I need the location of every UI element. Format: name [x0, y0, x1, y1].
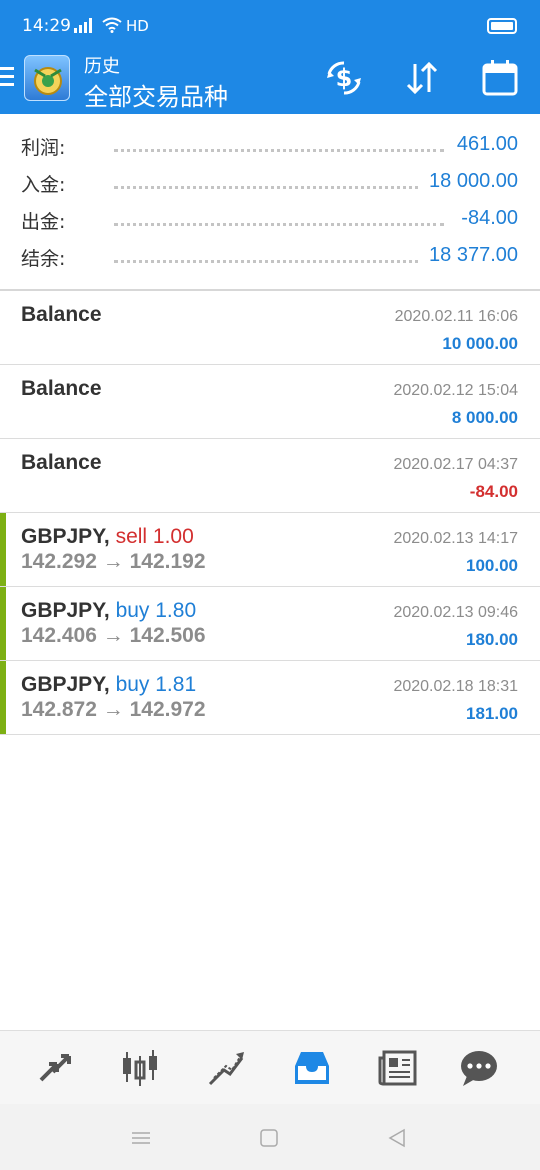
trade-profit: 181.00 — [466, 704, 518, 723]
bottom-tab-bar — [0, 1030, 540, 1104]
trade-row[interactable]: GBPJPY, buy 1.81 142.872 → 142.972 2020.… — [0, 661, 540, 735]
trade-operation: sell 1.00 — [115, 525, 194, 548]
history-summary: 利润: 461.00 入金: 18 000.00 出金: -84.00 结余: … — [0, 114, 540, 291]
system-nav-bar — [0, 1104, 540, 1170]
chart-candles-icon[interactable] — [120, 1048, 160, 1088]
dotted-leader — [114, 149, 444, 152]
network-label: HD — [126, 17, 149, 35]
dotted-leader — [114, 186, 444, 189]
page-title: 历史 — [84, 56, 120, 77]
summary-row-deposit: 入金: 18 000.00 — [0, 164, 540, 201]
deal-time: 2020.02.13 09:46 — [393, 604, 518, 621]
trade-symbol: GBPJPY, sell 1.00 — [21, 525, 194, 548]
arrow-right-icon: → — [102, 624, 124, 647]
deal-time: 2020.02.11 16:06 — [394, 308, 518, 325]
deal-name: Balance — [21, 451, 102, 474]
summary-row-profit: 利润: 461.00 — [0, 127, 540, 164]
summary-label: 利润: — [21, 137, 66, 159]
balance-row[interactable]: Balance 2020.02.17 04:37 -84.00 — [0, 439, 540, 513]
quotes-icon[interactable] — [35, 1048, 75, 1088]
balance-row[interactable]: Balance 2020.02.12 15:04 8 000.00 — [0, 365, 540, 439]
trade-profit: 180.00 — [466, 630, 518, 649]
recents-icon[interactable] — [130, 1127, 152, 1149]
status-bar: 14:29 HD — [0, 0, 540, 52]
trade-icon[interactable] — [206, 1048, 246, 1088]
dotted-leader — [114, 223, 444, 226]
deal-time: 2020.02.17 04:37 — [393, 456, 518, 473]
deal-name: Balance — [21, 377, 102, 400]
balance-row[interactable]: Balance 2020.02.11 16:06 10 000.00 — [0, 291, 540, 365]
back-icon[interactable] — [386, 1127, 408, 1149]
svg-text:$: $ — [336, 64, 353, 92]
currency-icon[interactable]: $ — [324, 58, 364, 98]
home-icon[interactable] — [258, 1127, 280, 1149]
app-logo[interactable] — [24, 55, 70, 101]
arrow-right-icon: → — [102, 698, 124, 721]
menu-icon[interactable] — [0, 67, 16, 89]
symbol-filter-label[interactable]: 全部交易品种 — [84, 77, 228, 112]
summary-label: 入金: — [21, 174, 66, 196]
deal-list: Balance 2020.02.11 16:06 10 000.00 Balan… — [0, 291, 540, 735]
chat-icon[interactable] — [459, 1048, 499, 1088]
calendar-icon[interactable] — [480, 58, 520, 98]
trade-prices: 142.292 → 142.192 — [21, 550, 206, 573]
news-icon[interactable] — [378, 1048, 418, 1088]
trade-operation: buy 1.81 — [115, 673, 197, 696]
summary-row-withdrawal: 出金: -84.00 — [0, 201, 540, 238]
wifi-icon — [102, 17, 122, 33]
trade-prices: 142.872 → 142.972 — [21, 698, 206, 721]
trade-profit: 100.00 — [466, 556, 518, 575]
app-bar: 历史 全部交易品种 $ — [0, 52, 540, 114]
trade-row[interactable]: GBPJPY, sell 1.00 142.292 → 142.192 2020… — [0, 513, 540, 587]
deal-amount: 8 000.00 — [451, 408, 518, 427]
history-inbox-icon[interactable] — [292, 1048, 332, 1088]
arrow-right-icon: → — [102, 550, 124, 573]
dotted-leader — [114, 260, 444, 263]
summary-value: 18 377.00 — [421, 244, 518, 267]
app-header: 14:29 HD 历史 全部交易品种 $ — [0, 0, 540, 114]
deal-amount: -84.00 — [469, 482, 518, 501]
status-time: 14:29 — [22, 16, 71, 36]
deal-amount: 10 000.00 — [442, 334, 518, 353]
summary-label: 出金: — [21, 211, 66, 233]
summary-label: 结余: — [21, 248, 66, 270]
deal-time: 2020.02.12 15:04 — [393, 382, 518, 399]
deal-time: 2020.02.13 14:17 — [393, 530, 518, 547]
signal-icon — [74, 18, 92, 33]
summary-value: -84.00 — [453, 207, 518, 230]
summary-value: 461.00 — [448, 133, 518, 156]
summary-row-balance: 结余: 18 377.00 — [0, 238, 540, 275]
trade-row[interactable]: GBPJPY, buy 1.80 142.406 → 142.506 2020.… — [0, 587, 540, 661]
summary-value: 18 000.00 — [421, 170, 518, 193]
trade-prices: 142.406 → 142.506 — [21, 624, 206, 647]
deal-time: 2020.02.18 18:31 — [393, 678, 518, 695]
battery-icon — [487, 18, 517, 34]
trade-operation: buy 1.80 — [115, 599, 197, 622]
sort-icon[interactable] — [402, 58, 442, 98]
deal-name: Balance — [21, 303, 102, 326]
trade-symbol: GBPJPY, buy 1.81 — [21, 673, 197, 696]
trade-symbol: GBPJPY, buy 1.80 — [21, 599, 197, 622]
